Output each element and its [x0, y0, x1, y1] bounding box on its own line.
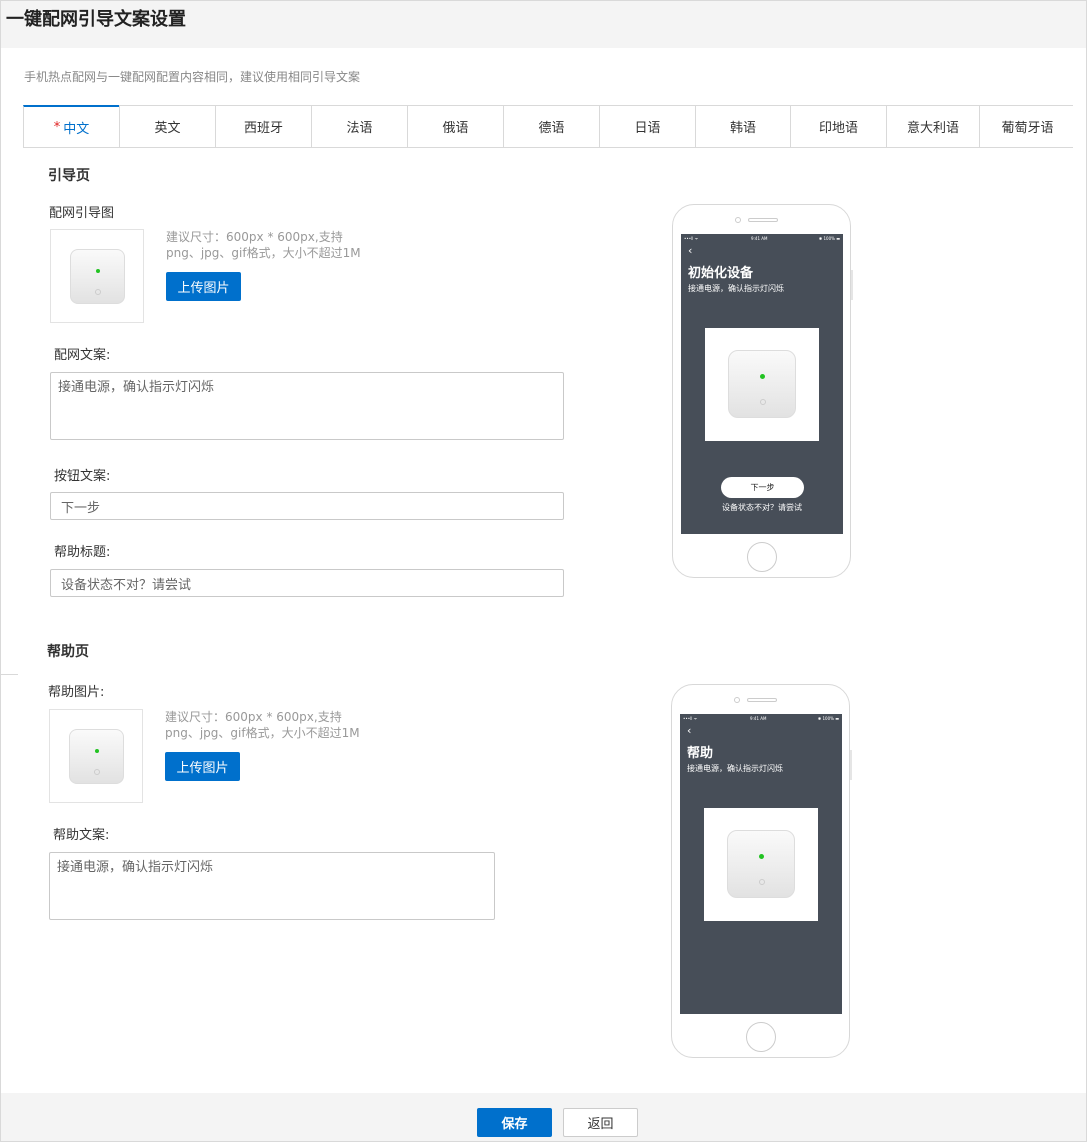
tab-russian[interactable]: 俄语: [407, 106, 503, 147]
status-bar: •••ll ᯤ 9:41 AM ✱ 100% ▬: [680, 716, 842, 724]
reset-hole: [95, 289, 101, 295]
help-title-field[interactable]: [50, 569, 564, 597]
preview-subtitle: 接通电源，确认指示灯闪烁: [687, 764, 783, 773]
led-indicator: [95, 749, 99, 753]
led-indicator: [96, 269, 100, 273]
phone-home-button: [747, 542, 777, 572]
phone-camera: [734, 697, 740, 703]
signal-icon: •••ll ᯤ: [683, 716, 698, 721]
phone-speaker: [748, 218, 778, 222]
phone-speaker: [747, 698, 777, 702]
page-title: 一键配网引导文案设置: [6, 9, 186, 30]
battery-icon: ✱ 100% ▬: [817, 716, 839, 721]
led-indicator: [759, 854, 764, 859]
tab-japanese[interactable]: 日语: [599, 106, 695, 147]
battery-icon: ✱ 100% ▬: [818, 236, 840, 241]
divider: [0, 674, 18, 675]
reset-hole: [760, 399, 766, 405]
guide-text-field[interactable]: 接通电源，确认指示灯闪烁: [50, 372, 564, 440]
back-arrow-icon: ‹: [687, 724, 692, 737]
signal-icon: •••ll ᯤ: [684, 236, 699, 241]
guide-upload-button[interactable]: 上传图片: [166, 272, 241, 301]
help-phone-preview: •••ll ᯤ 9:41 AM ✱ 100% ▬ ‹ 帮助 接通电源，确认指示灯…: [671, 684, 852, 1058]
guide-image-thumbnail: [50, 229, 144, 323]
preview-image: [704, 808, 818, 921]
help-text-field[interactable]: 接通电源，确认指示灯闪烁: [49, 852, 495, 920]
page-header: 一键配网引导文案设置: [1, 1, 1086, 48]
phone-side-button: [851, 270, 853, 300]
phone-side-button: [850, 750, 852, 780]
phone-home-button: [746, 1022, 776, 1052]
back-button[interactable]: 返回: [563, 1108, 638, 1137]
tab-label: 中文: [63, 121, 90, 137]
device-image: [728, 350, 796, 418]
help-image-hint: 建议尺寸：600px * 600px,支持png、jpg、gif格式，大小不超过…: [165, 710, 360, 740]
status-bar: •••ll ᯤ 9:41 AM ✱ 100% ▬: [681, 236, 843, 244]
help-image-label: 帮助图片:: [48, 685, 105, 700]
guide-phone-preview: •••ll ᯤ 9:41 AM ✱ 100% ▬ ‹ 初始化设备 接通电源，确认…: [672, 204, 853, 578]
help-upload-button[interactable]: 上传图片: [165, 752, 240, 781]
status-time: 9:41 AM: [750, 716, 767, 721]
tab-italian[interactable]: 意大利语: [886, 106, 979, 147]
preview-help-link: 设备状态不对？请尝试: [722, 503, 802, 512]
tab-hindi[interactable]: 印地语: [790, 106, 886, 147]
tab-portuguese[interactable]: 葡萄牙语: [979, 106, 1075, 147]
reset-hole: [759, 879, 765, 885]
phone-camera: [735, 217, 741, 223]
tab-french[interactable]: 法语: [311, 106, 407, 147]
language-tabs: * 中文 英文 西班牙 法语 俄语 德语 日语 韩语 印地语 意大利语 葡萄牙语: [23, 105, 1075, 148]
device-image: [69, 729, 124, 784]
back-arrow-icon: ‹: [688, 244, 693, 257]
required-mark: *: [53, 119, 61, 135]
guide-image-label: 配网引导图: [49, 206, 115, 221]
device-image: [727, 830, 795, 898]
preview-next-button: 下一步: [721, 477, 804, 498]
help-section-title: 帮助页: [47, 644, 89, 660]
phone-screen: •••ll ᯤ 9:41 AM ✱ 100% ▬ ‹ 初始化设备 接通电源，确认…: [681, 234, 843, 534]
button-text-field[interactable]: [50, 492, 564, 520]
preview-image: [705, 328, 819, 441]
tab-chinese[interactable]: * 中文: [23, 105, 119, 147]
reset-hole: [94, 769, 100, 775]
guide-text-label: 配网文案:: [54, 348, 111, 363]
tab-korean[interactable]: 韩语: [695, 106, 790, 147]
preview-subtitle: 接通电源，确认指示灯闪烁: [688, 284, 784, 293]
phone-screen: •••ll ᯤ 9:41 AM ✱ 100% ▬ ‹ 帮助 接通电源，确认指示灯…: [680, 714, 842, 1014]
preview-title: 初始化设备: [688, 266, 754, 281]
help-title-label: 帮助标题:: [54, 545, 111, 560]
device-image: [70, 249, 125, 304]
help-text-label: 帮助文案:: [53, 828, 110, 843]
help-image-thumbnail: [49, 709, 143, 803]
page-description: 手机热点配网与一键配网配置内容相同，建议使用相同引导文案: [24, 70, 361, 84]
tab-english[interactable]: 英文: [119, 106, 215, 147]
guide-section-title: 引导页: [48, 168, 90, 184]
button-text-label: 按钮文案:: [54, 469, 111, 484]
led-indicator: [760, 374, 765, 379]
preview-title: 帮助: [687, 746, 714, 761]
status-time: 9:41 AM: [751, 236, 768, 241]
guide-image-hint: 建议尺寸：600px * 600px,支持png、jpg、gif格式，大小不超过…: [166, 230, 361, 260]
tab-spanish[interactable]: 西班牙: [215, 106, 311, 147]
tab-german[interactable]: 德语: [503, 106, 599, 147]
save-button[interactable]: 保存: [477, 1108, 552, 1137]
